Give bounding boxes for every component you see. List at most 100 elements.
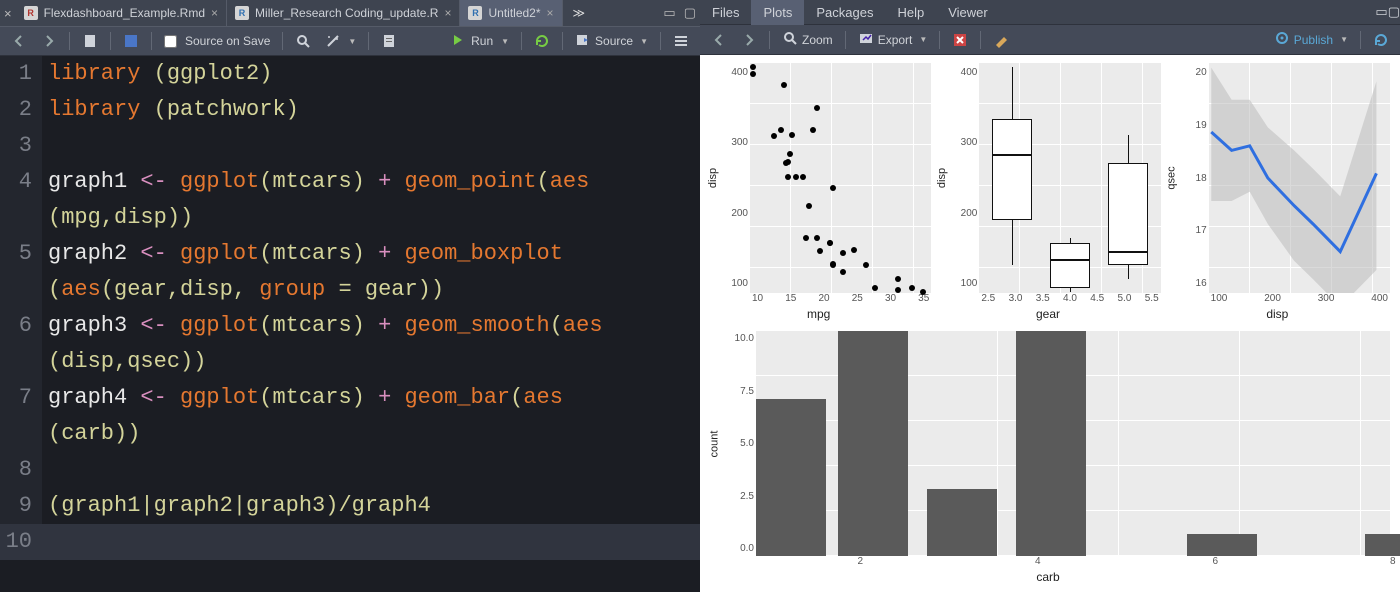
plot-boxplot: disp 400300200100 2.53.03.54.04.55.05.5 … [935,63,1160,323]
editor-tab-bar: × R Flexdashboard_Example.Rmd × R Miller… [0,0,700,26]
export-label: Export [878,33,913,47]
close-icon[interactable]: × [444,6,451,20]
line-number: 5 [0,236,42,272]
source-icon [575,32,591,51]
zoom-label: Zoom [802,33,833,47]
save-button[interactable] [118,30,144,52]
xlabel: mpg [706,307,931,323]
find-button[interactable] [290,30,316,52]
code-line: (aes(gear,disp, group = gear)) [42,272,700,308]
r-file-icon: R [468,6,482,20]
publish-label: Publish [1294,33,1333,47]
line-number: 7 [0,380,42,416]
run-button[interactable]: Run▼ [445,29,514,54]
xlabel: gear [935,307,1160,323]
tab-help[interactable]: Help [885,0,936,25]
show-document-button[interactable] [77,30,103,52]
plot-scatter: disp 400300200100 101520253035 mpg [706,63,931,323]
outline-button[interactable] [668,30,694,52]
editor-tab-flexdashboard[interactable]: R Flexdashboard_Example.Rmd × [16,0,227,26]
line-number [0,416,42,452]
editor-tab-miller[interactable]: R Miller_Research Coding_update.R × [227,0,460,26]
tab-overflow-icon[interactable]: ≫ [563,6,596,20]
ylabel: qsec [1166,166,1178,189]
code-line: (carb)) [42,416,700,452]
maximize-icon[interactable]: ▢ [680,5,700,21]
plot-smooth: qsec 2019181716 100200300400 disp [1165,63,1390,323]
tab-files[interactable]: Files [700,0,751,25]
code-editor[interactable]: 1library (ggplot2) 2library (patchwork) … [0,56,700,592]
editor-toolbar: Source on Save ▼ Run▼ Source▼ [0,26,700,56]
refresh-button[interactable] [1368,29,1394,51]
code-line: graph1 <- ggplot(mtcars) + geom_point(ae… [42,164,700,200]
source-label: Source [595,34,633,48]
plot-forward-button[interactable] [736,29,762,51]
editor-tab-untitled2[interactable]: R Untitled2* × [460,0,562,26]
ylabel: count [708,430,720,457]
editor-pane: × R Flexdashboard_Example.Rmd × R Miller… [0,0,700,592]
plot-device: disp 400300200100 101520253035 mpg disp … [700,55,1400,592]
xlabel: disp [1165,307,1390,323]
minimize-icon[interactable]: ▭ [659,5,679,21]
zoom-button[interactable]: Zoom [777,27,838,52]
line-number: 2 [0,92,42,128]
app-root: × R Flexdashboard_Example.Rmd × R Miller… [0,0,1400,592]
line-number: 8 [0,452,42,488]
tab-label: Flexdashboard_Example.Rmd [44,6,205,20]
plot-back-button[interactable] [706,29,732,51]
code-line: graph2 <- ggplot(mtcars) + geom_boxplot [42,236,700,272]
xlabel: carb [706,570,1390,588]
tab-viewer[interactable]: Viewer [936,0,1000,25]
tab-label: Untitled2* [488,6,540,20]
line-number: 4 [0,164,42,200]
remove-plot-button[interactable] [947,29,973,51]
line-number: 6 [0,308,42,344]
source-on-save-checkbox[interactable] [164,35,177,48]
code-line: library (ggplot2) [42,56,700,92]
code-line: graph4 <- ggplot(mtcars) + geom_bar(aes [42,380,700,416]
source-button[interactable]: Source▼ [570,29,653,54]
ylabel: disp [936,168,948,188]
maximize-icon[interactable]: ▢ [1388,4,1400,20]
minimize-icon[interactable]: ▭ [1375,4,1387,20]
tab-plots[interactable]: Plots [751,0,804,25]
run-icon [450,32,466,51]
code-line: (disp,qsec)) [42,344,700,380]
code-line [42,128,700,164]
close-icon[interactable]: × [547,6,554,20]
back-button[interactable] [6,30,32,52]
rmd-file-icon: R [24,6,38,20]
line-number [0,344,42,380]
source-on-save-label: Source on Save [185,34,270,48]
line-number: 1 [0,56,42,92]
code-line-current [42,524,700,560]
publish-button[interactable]: Publish▼ [1269,27,1353,52]
line-number [0,200,42,236]
source-on-save-toggle[interactable]: Source on Save [159,31,275,51]
plots-toolbar: Zoom Export▼ Publish▼ [700,25,1400,55]
line-number: 10 [0,524,42,560]
pane-close-icon[interactable]: × [0,6,16,21]
rerun-button[interactable] [529,30,555,52]
publish-icon [1274,30,1290,49]
plots-tab-bar: Files Plots Packages Help Viewer ▭ ▢ [700,0,1400,25]
wand-button[interactable]: ▼ [320,30,361,52]
code-line: graph3 <- ggplot(mtcars) + geom_smooth(a… [42,308,700,344]
code-line: library (patchwork) [42,92,700,128]
report-button[interactable] [376,30,402,52]
export-button[interactable]: Export▼ [853,27,933,52]
code-line: (mpg,disp)) [42,200,700,236]
tab-label: Miller_Research Coding_update.R [255,6,438,20]
forward-button[interactable] [36,30,62,52]
clear-plots-button[interactable] [988,29,1014,51]
export-icon [858,30,874,49]
code-line: (graph1|graph2|graph3)/graph4 [42,488,700,524]
code-line [42,452,700,488]
close-icon[interactable]: × [211,6,218,20]
line-number [0,272,42,308]
plots-pane: Files Plots Packages Help Viewer ▭ ▢ Zoo… [700,0,1400,592]
line-number: 9 [0,488,42,524]
ylabel: disp [707,168,719,188]
tab-packages[interactable]: Packages [804,0,885,25]
r-file-icon: R [235,6,249,20]
